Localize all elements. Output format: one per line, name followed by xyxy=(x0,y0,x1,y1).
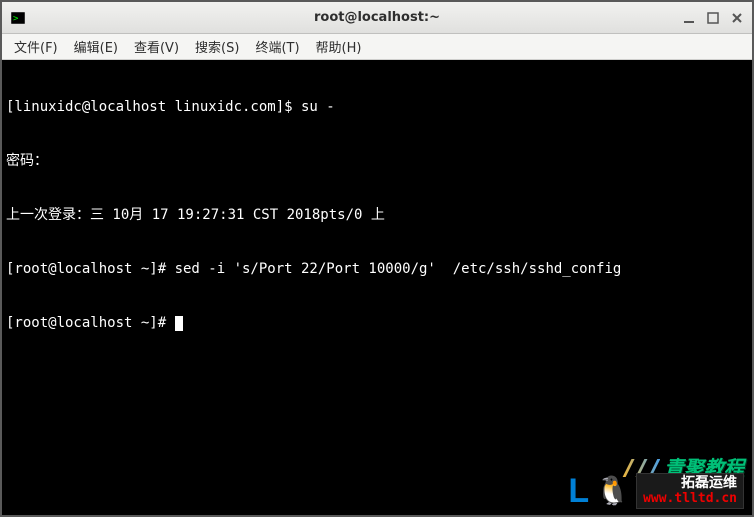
terminal-line: 密码： xyxy=(6,152,748,170)
window-title: root@localhost:~ xyxy=(314,10,440,25)
menubar: 文件(F) 编辑(E) 查看(V) 搜索(S) 终端(T) 帮助(H) xyxy=(2,34,752,60)
terminal-viewport[interactable]: [linuxidc@localhost linuxidc.com]$ su - … xyxy=(2,60,752,515)
menu-search[interactable]: 搜索(S) xyxy=(187,34,247,59)
terminal-line: [linuxidc@localhost linuxidc.com]$ su - xyxy=(6,98,748,116)
terminal-prompt-line: [root@localhost ~]# xyxy=(6,314,748,332)
menu-help[interactable]: 帮助(H) xyxy=(308,34,370,59)
watermark-bottom-row: L 🐧 拓磊运维 www.tlltd.cn xyxy=(568,473,744,509)
terminal-line: 上一次登录：三 10月 17 19:27:31 CST 2018pts/0 上 xyxy=(6,206,748,224)
terminal-line: [root@localhost ~]# sed -i 's/Port 22/Po… xyxy=(6,260,748,278)
terminal-prompt-text: [root@localhost ~]# xyxy=(6,315,175,331)
watermark: /// 青聚教程 L 🐧 拓磊运维 www.tlltd.cn xyxy=(568,459,744,509)
terminal-window: > root@localhost:~ 文件(F) 编辑(E) 查看(V) 搜索(… xyxy=(2,2,752,515)
watermark-slashes-icon: /// xyxy=(621,459,660,477)
maximize-button[interactable] xyxy=(706,11,720,25)
menu-file[interactable]: 文件(F) xyxy=(6,34,66,59)
app-icon: > xyxy=(10,10,26,26)
close-button[interactable] xyxy=(730,11,744,25)
watermark-top-row: /// 青聚教程 xyxy=(621,459,744,477)
watermark-url: www.tlltd.cn xyxy=(643,492,737,506)
titlebar[interactable]: > root@localhost:~ xyxy=(2,2,752,34)
watermark-box: 拓磊运维 www.tlltd.cn xyxy=(636,473,744,509)
watermark-l-icon: L xyxy=(568,474,589,508)
svg-text:>: > xyxy=(13,14,19,24)
watermark-qj-text: 青聚教程 xyxy=(664,459,744,477)
menu-view[interactable]: 查看(V) xyxy=(126,34,187,59)
minimize-button[interactable] xyxy=(682,11,696,25)
window-controls xyxy=(682,11,744,25)
menu-terminal[interactable]: 终端(T) xyxy=(247,34,307,59)
watermark-name: 拓磊运维 xyxy=(681,476,737,491)
cursor xyxy=(175,316,183,331)
penguin-icon: 🐧 xyxy=(595,477,630,505)
menu-edit[interactable]: 编辑(E) xyxy=(66,34,126,59)
